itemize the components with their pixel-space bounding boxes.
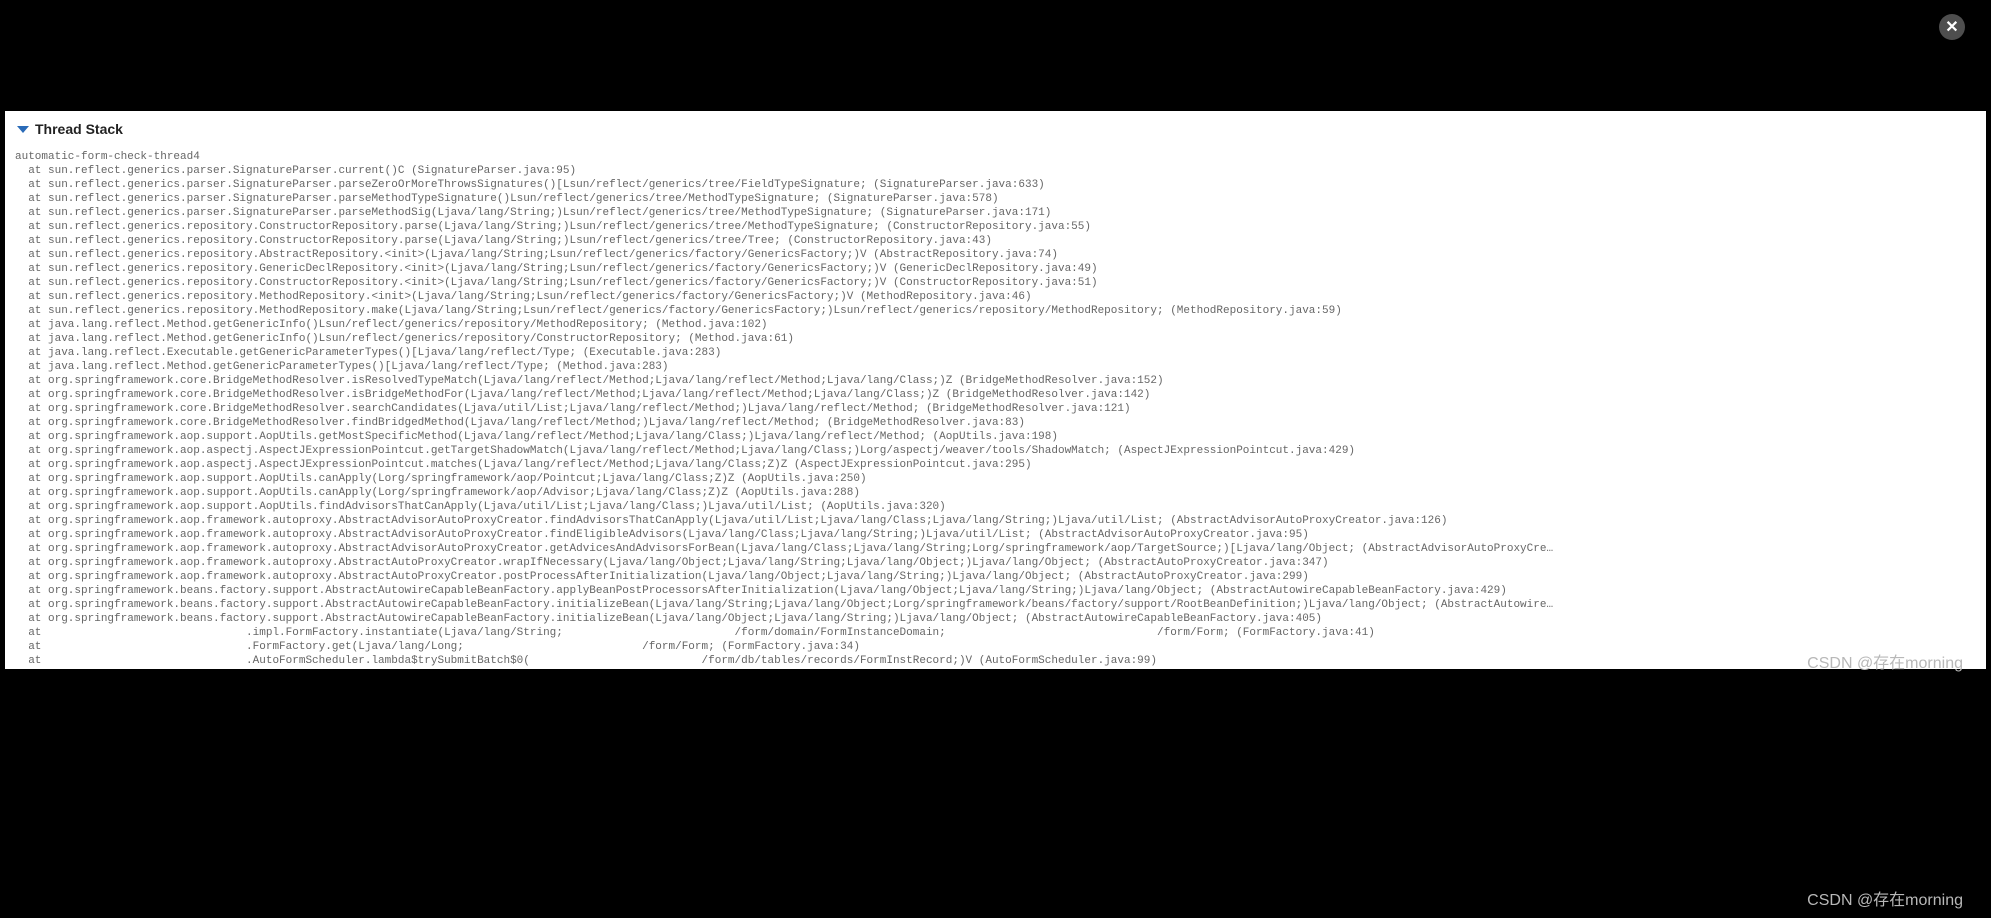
watermark: CSDN @存在morning [1807,886,1963,910]
stack-trace: automatic-form-check-thread4 at sun.refl… [5,145,1986,669]
chevron-down-icon [17,126,29,133]
thread-stack-panel: Thread Stack automatic-form-check-thread… [5,111,1986,669]
close-icon: ✕ [1945,17,1958,37]
panel-title: Thread Stack [35,121,123,137]
close-button[interactable]: ✕ [1939,14,1965,40]
panel-header[interactable]: Thread Stack [5,111,1986,145]
title-bar: ✕ [0,0,1991,111]
